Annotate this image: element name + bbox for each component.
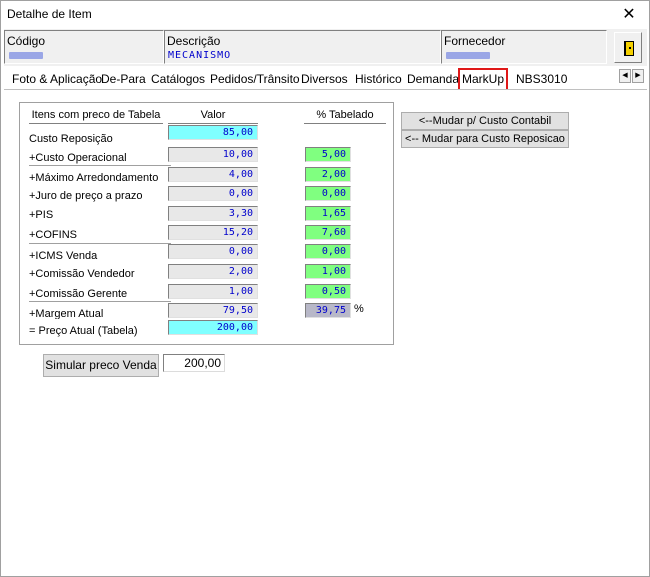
row-label-icms-venda: +ICMS Venda bbox=[29, 243, 171, 261]
valor-comissao-vendedor: 2,00 bbox=[168, 264, 258, 279]
column-header-tabelado: % Tabelado bbox=[304, 108, 386, 124]
pct-juro[interactable]: 0,00 bbox=[305, 186, 351, 201]
column-header-valor: Valor bbox=[168, 108, 258, 124]
column-header-items: Itens com preco de Tabela bbox=[29, 108, 163, 124]
row-label-comissao-gerente: +Comissão Gerente bbox=[29, 288, 128, 300]
valor-custo-operacional: 10,00 bbox=[168, 147, 258, 162]
fornecedor-label: Fornecedor bbox=[444, 34, 506, 48]
tab-demanda[interactable]: Demanda bbox=[405, 70, 461, 89]
pct-custo-operacional[interactable]: 5,00 bbox=[305, 147, 351, 162]
row-label-cofins: +COFINS bbox=[29, 229, 77, 241]
simular-preco-venda-button[interactable]: Simular preco Venda bbox=[43, 354, 159, 377]
tab-pedidos-transito[interactable]: Pedidos/Trânsito bbox=[208, 70, 302, 89]
window-title: Detalhe de Item bbox=[7, 7, 92, 21]
fornecedor-value-redacted bbox=[446, 52, 490, 59]
percent-sign: % bbox=[354, 303, 364, 315]
valor-icms-venda: 0,00 bbox=[168, 244, 258, 259]
tab-scroll-left-icon[interactable]: ◀ bbox=[619, 69, 631, 83]
pct-maximo-arredondamento[interactable]: 2,00 bbox=[305, 167, 351, 182]
valor-cofins: 15,20 bbox=[168, 225, 258, 240]
tab-scroll-right-icon[interactable]: ▶ bbox=[632, 69, 644, 83]
tab-historico[interactable]: Histórico bbox=[353, 70, 404, 89]
valor-pis: 3,30 bbox=[168, 206, 258, 221]
simular-preco-input[interactable]: 200,00 bbox=[163, 354, 225, 372]
mudar-custo-contabil-button[interactable]: <--Mudar p/ Custo Contabil bbox=[401, 112, 569, 130]
pct-margem-atual: 39,75 bbox=[305, 303, 351, 318]
valor-preco-atual[interactable]: 200,00 bbox=[168, 320, 258, 335]
row-label-juro: +Juro de preço a prazo bbox=[29, 190, 143, 202]
valor-custo-reposicao[interactable]: 85,00 bbox=[168, 125, 258, 140]
title-bar: Detalhe de Item ✕ bbox=[1, 1, 649, 29]
tab-strip: Foto & Aplicação De-Para Catálogos Pedid… bbox=[4, 68, 647, 90]
row-label-margem-atual: +Margem Atual bbox=[29, 301, 171, 319]
valor-maximo-arredondamento: 4,00 bbox=[168, 167, 258, 182]
descricao-field: Descrição MECANISMO bbox=[164, 30, 441, 64]
mudar-custo-reposicao-button[interactable]: <-- Mudar para Custo Reposicao bbox=[401, 130, 569, 148]
item-detail-window: Detalhe de Item ✕ Código Descrição MECAN… bbox=[0, 0, 650, 577]
row-label-pis: +PIS bbox=[29, 209, 54, 221]
codigo-label: Código bbox=[7, 34, 46, 48]
codigo-value-redacted bbox=[9, 52, 43, 59]
item-header: Código Descrição MECANISMO Fornecedor bbox=[4, 29, 647, 66]
exit-door-icon bbox=[624, 41, 634, 56]
tab-markup[interactable]: MarkUp bbox=[458, 68, 509, 89]
close-icon[interactable]: ✕ bbox=[619, 4, 639, 24]
row-label-maximo-arredondamento: +Máximo Arredondamento bbox=[29, 165, 171, 183]
pct-cofins[interactable]: 7,60 bbox=[305, 225, 351, 240]
valor-comissao-gerente: 1,00 bbox=[168, 284, 258, 299]
row-label-custo-operacional: +Custo Operacional bbox=[29, 152, 127, 164]
valor-juro: 0,00 bbox=[168, 186, 258, 201]
descricao-value: MECANISMO bbox=[168, 50, 232, 61]
valor-margem-atual: 79,50 bbox=[168, 303, 258, 318]
tab-foto-aplicacao[interactable]: Foto & Aplicação bbox=[10, 70, 104, 89]
tab-nbs3010[interactable]: NBS3010 bbox=[514, 70, 569, 89]
row-label-comissao-vendedor: +Comissão Vendedor bbox=[29, 268, 135, 280]
codigo-field: Código bbox=[4, 30, 164, 64]
pct-comissao-vendedor[interactable]: 1,00 bbox=[305, 264, 351, 279]
tab-de-para[interactable]: De-Para bbox=[99, 70, 148, 89]
row-label-custo-reposicao: Custo Reposição bbox=[29, 133, 113, 145]
tab-diversos[interactable]: Diversos bbox=[299, 70, 350, 89]
pct-comissao-gerente[interactable]: 0,50 bbox=[305, 284, 351, 299]
pct-icms-venda[interactable]: 0,00 bbox=[305, 244, 351, 259]
fornecedor-field: Fornecedor bbox=[441, 30, 607, 64]
row-label-preco-atual: = Preço Atual (Tabela) bbox=[29, 325, 138, 337]
pct-pis[interactable]: 1,65 bbox=[305, 206, 351, 221]
tab-catalogos[interactable]: Catálogos bbox=[149, 70, 207, 89]
exit-button[interactable] bbox=[614, 32, 642, 63]
descricao-label: Descrição bbox=[167, 34, 221, 48]
